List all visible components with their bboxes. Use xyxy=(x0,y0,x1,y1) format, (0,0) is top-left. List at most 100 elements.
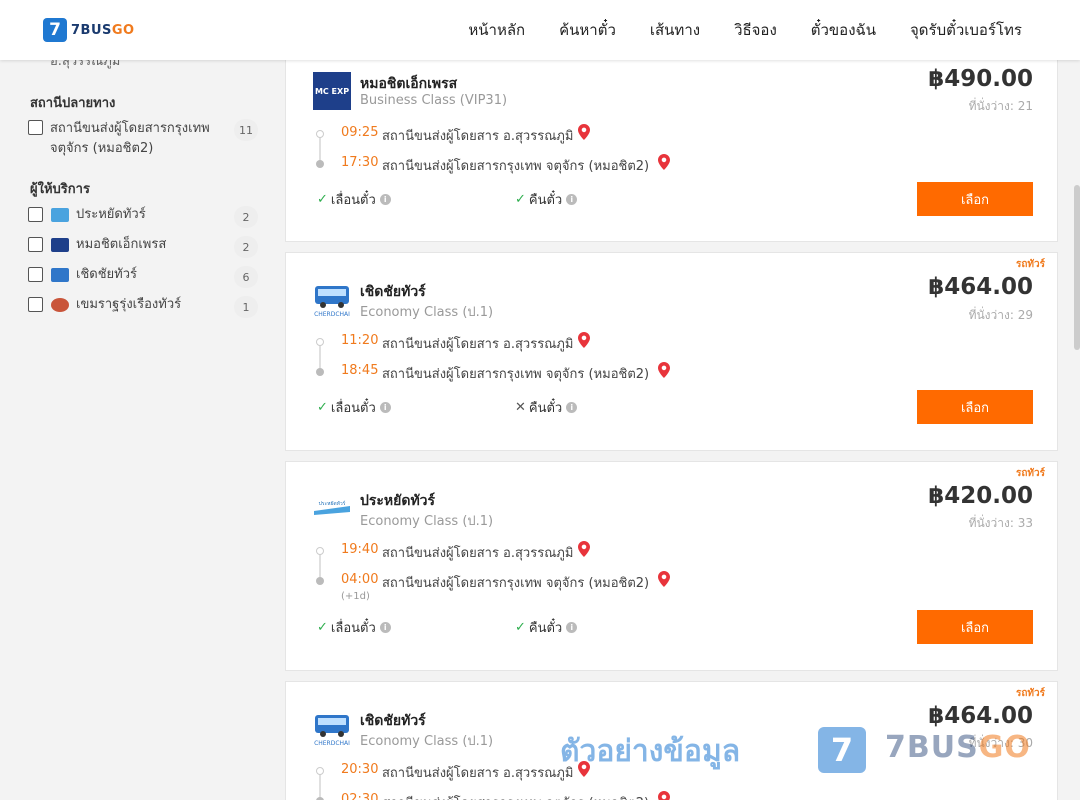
operator-name: หมอชิตเอ็กเพรส xyxy=(360,76,458,92)
provider-checkbox[interactable] xyxy=(28,237,43,252)
info-icon[interactable]: i xyxy=(566,194,578,205)
arrival-station: สถานีขนส่งผู้โดยสารกรุงเทพ จตุจักร (หมอช… xyxy=(382,159,650,174)
destination-label: สถานีขนส่งผู้โดยสารกรุงเทพ จตุจักร (หมอช… xyxy=(50,121,210,156)
map-pin-icon[interactable] xyxy=(658,791,670,800)
provider-label: หมอชิตเอ็กเพรส xyxy=(76,237,167,252)
departure-station: สถานีขนส่งผู้โดยสาร อ.สุวรรณภูมิ xyxy=(382,546,574,561)
nav-search-ticket[interactable]: ค้นหาตั๋ว xyxy=(559,18,616,42)
info-icon[interactable]: i xyxy=(566,402,578,413)
trip-card: MC EXP หมอชิตเอ็กเพรส Business Class (VI… xyxy=(285,50,1058,242)
check-icon: ✓ xyxy=(317,620,328,635)
tour-bus-tag: รถทัวร์ xyxy=(1015,688,1045,699)
provider-logo-icon xyxy=(51,268,69,282)
select-trip-button[interactable]: เลือก xyxy=(917,390,1033,424)
provider-logo-icon xyxy=(51,298,69,312)
nav-routes[interactable]: เส้นทาง xyxy=(650,18,700,42)
refund-policy: ✕ คืนตั๋ว i xyxy=(515,397,578,418)
arrival-dot xyxy=(316,160,324,168)
map-pin-icon[interactable] xyxy=(578,332,590,348)
timeline-line xyxy=(319,772,321,800)
refund-label: คืนตั๋ว xyxy=(528,401,563,416)
provider-filter-item[interactable]: หมอชิตเอ็กเพรส 2 xyxy=(28,236,258,258)
provider-filter-item[interactable]: ประหยัดทัวร์ 2 xyxy=(28,206,258,228)
trip-price: ฿420.00 xyxy=(928,483,1033,509)
info-icon[interactable]: i xyxy=(379,194,391,205)
map-pin-icon[interactable] xyxy=(578,124,590,140)
departure-time: 09:25 xyxy=(341,125,379,140)
check-icon: ✓ xyxy=(317,400,328,415)
trip-card: รถทัวร์ ประหยัดทัวร์ ประหยัดทัวร์ Econom… xyxy=(285,461,1058,671)
arrival-time: 04:00 xyxy=(341,572,379,587)
arrival-time: 18:45 xyxy=(341,363,379,378)
map-pin-icon[interactable] xyxy=(578,541,590,557)
provider-logo-icon xyxy=(51,238,69,252)
logo-mark: 7 xyxy=(43,18,67,42)
provider-filter-title: ผู้ให้บริการ xyxy=(30,182,90,197)
watermark-logo-accent: GO xyxy=(978,730,1031,765)
nav-pickup-points[interactable]: จุดรับตั๋วเบอร์โทร xyxy=(910,18,1022,42)
top-header: 7 7BUSGO หน้าหลัก ค้นหาตั๋ว เส้นทาง วิธี… xyxy=(0,0,1080,60)
info-icon[interactable]: i xyxy=(379,402,391,413)
provider-count: 6 xyxy=(234,266,258,288)
operator-logo-icon: CHERDCHAI xyxy=(314,286,350,318)
check-icon: ✓ xyxy=(515,620,526,635)
provider-checkbox[interactable] xyxy=(28,297,43,312)
provider-label: เขมราฐรุ่งเรืองทัวร์ xyxy=(76,297,182,312)
refund-policy: ✓ คืนตั๋ว i xyxy=(515,189,578,210)
provider-label: ประหยัดทัวร์ xyxy=(76,207,146,222)
svg-text:CHERDCHAI: CHERDCHAI xyxy=(314,740,350,747)
trip-card: รถทัวร์ CHERDCHAI เชิดชัยทัวร์ Economy C… xyxy=(285,252,1058,451)
operator-logo-icon: ประหยัดทัวร์ xyxy=(314,500,350,515)
bus-class: Economy Class (ป.1) xyxy=(360,305,494,320)
provider-filter-item[interactable]: เชิดชัยทัวร์ 6 xyxy=(28,266,258,288)
map-pin-icon[interactable] xyxy=(658,362,670,378)
provider-count: 2 xyxy=(234,206,258,228)
departure-time: 11:20 xyxy=(341,333,379,348)
departure-dot xyxy=(316,130,324,138)
departure-station: สถานีขนส่งผู้โดยสาร อ.สุวรรณภูมิ xyxy=(382,337,574,352)
reschedule-label: เลื่อนตั๋ว xyxy=(330,621,376,636)
trip-price: ฿490.00 xyxy=(928,66,1033,92)
map-pin-icon[interactable] xyxy=(658,154,670,170)
destination-checkbox[interactable] xyxy=(28,120,43,135)
provider-checkbox[interactable] xyxy=(28,267,43,282)
departure-dot xyxy=(316,547,324,555)
provider-checkbox[interactable] xyxy=(28,207,43,222)
bus-class: Business Class (VIP31) xyxy=(360,93,508,108)
reschedule-policy: ✓ เลื่อนตั๋ว i xyxy=(317,617,391,638)
reschedule-policy: ✓ เลื่อนตั๋ว i xyxy=(317,397,391,418)
departure-station: สถานีขนส่งผู้โดยสาร อ.สุวรรณภูมิ xyxy=(382,129,574,144)
watermark-logo-mark: 7 xyxy=(818,727,866,773)
seats-available: ที่นั่งว่าง: 21 xyxy=(968,99,1033,113)
map-pin-icon[interactable] xyxy=(658,571,670,587)
svg-text:MC EXP: MC EXP xyxy=(315,87,349,96)
main-nav: หน้าหลัก ค้นหาตั๋ว เส้นทาง วิธีจอง ตั๋วข… xyxy=(468,0,1022,60)
seats-available: ที่นั่งว่าง: 29 xyxy=(968,308,1033,322)
info-icon[interactable]: i xyxy=(379,622,391,633)
site-logo[interactable]: 7 7BUSGO xyxy=(43,18,135,42)
nav-my-tickets[interactable]: ตั๋วของฉัน xyxy=(811,18,876,42)
svg-text:CHERDCHAI: CHERDCHAI xyxy=(314,311,350,318)
select-trip-button[interactable]: เลือก xyxy=(917,182,1033,216)
departure-dot xyxy=(316,338,324,346)
reschedule-label: เลื่อนตั๋ว xyxy=(330,193,376,208)
tour-bus-tag: รถทัวร์ xyxy=(1015,468,1045,479)
watermark-logo-main: 7BUS xyxy=(885,730,979,765)
departure-time: 20:30 xyxy=(341,762,379,777)
tour-bus-tag: รถทัวร์ xyxy=(1015,259,1045,270)
provider-logo-icon xyxy=(51,208,69,222)
check-icon: ✓ xyxy=(515,192,526,207)
info-icon[interactable]: i xyxy=(566,622,578,633)
nav-how-to-book[interactable]: วิธีจอง xyxy=(734,18,777,42)
arrival-station: สถานีขนส่งผู้โดยสารกรุงเทพ จตุจักร (หมอช… xyxy=(382,792,649,800)
watermark-text: ตัวอย่างข้อมูล xyxy=(560,734,741,769)
destination-count: 11 xyxy=(234,119,258,141)
provider-filter-item[interactable]: เขมราฐรุ่งเรืองทัวร์ 1 xyxy=(28,296,258,318)
arrival-time: 17:30 xyxy=(341,155,379,170)
reschedule-policy: ✓ เลื่อนตั๋ว i xyxy=(317,189,391,210)
destination-filter-item[interactable]: สถานีขนส่งผู้โดยสารกรุงเทพ จตุจักร (หมอช… xyxy=(28,119,258,159)
page-scrollbar[interactable] xyxy=(1074,185,1080,350)
nav-home[interactable]: หน้าหลัก xyxy=(468,18,525,42)
select-trip-button[interactable]: เลือก xyxy=(917,610,1033,644)
logo-text: 7BUSGO xyxy=(71,23,135,38)
